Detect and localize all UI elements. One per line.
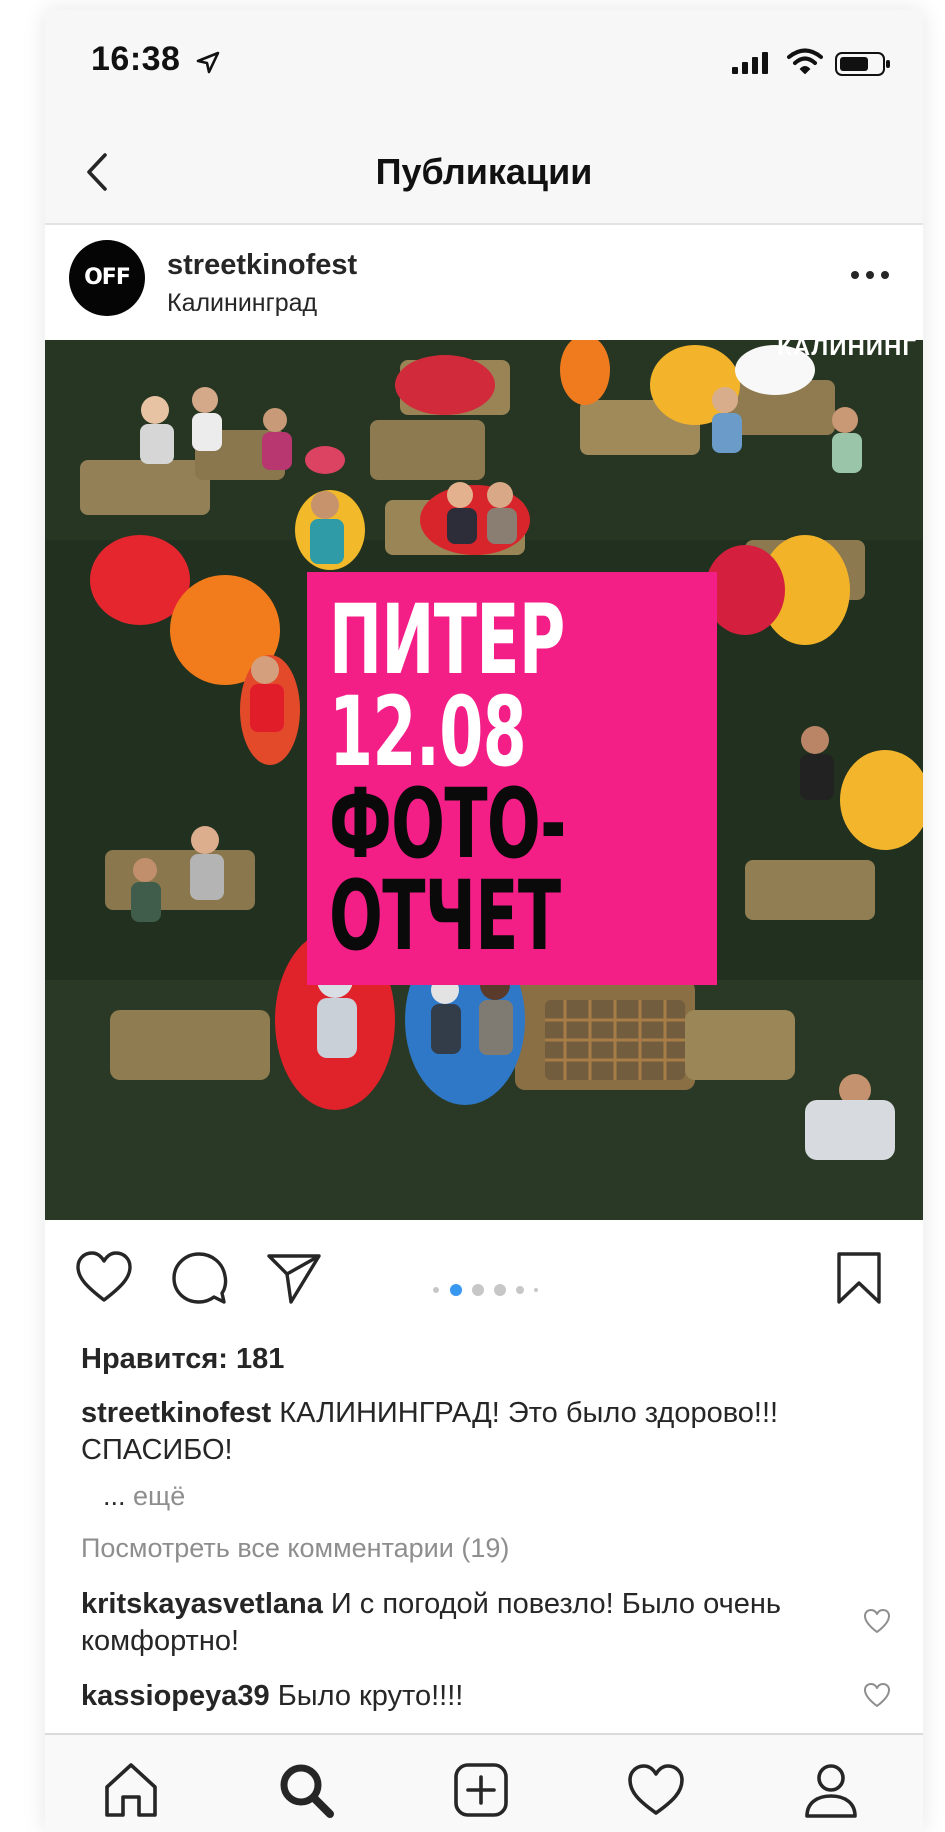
comment-icon[interactable] bbox=[170, 1250, 228, 1306]
carousel-dot bbox=[494, 1284, 506, 1296]
post-username[interactable]: streetkinofest bbox=[167, 249, 357, 282]
comment-item: kritskayasvetlana И с погодой повезло! Б… bbox=[81, 1586, 841, 1660]
post-image[interactable]: КАЛИНИНГ ПИТЕР 12.08 ФОТО- ОТЧЕТ bbox=[45, 340, 923, 1220]
phone-screen: 16:38 Публикации OFF streetkinofest Кали… bbox=[45, 10, 923, 1832]
page-title: Публикации bbox=[375, 151, 593, 192]
heart-icon[interactable] bbox=[75, 1250, 133, 1304]
carousel-indicator bbox=[433, 1284, 538, 1296]
user-icon[interactable] bbox=[801, 1761, 861, 1819]
carousel-dot bbox=[472, 1284, 484, 1296]
promo-line-photo: ФОТО- bbox=[329, 768, 566, 880]
image-corner-text: КАЛИНИНГ bbox=[777, 340, 917, 361]
paper-plane-icon[interactable] bbox=[265, 1250, 323, 1306]
activity-heart-icon[interactable] bbox=[626, 1761, 686, 1819]
promo-line-date: 12.08 bbox=[329, 676, 527, 788]
caption-more-link[interactable]: ... ещё bbox=[103, 1481, 185, 1512]
wifi-icon bbox=[787, 48, 823, 74]
more-dots: ... bbox=[103, 1481, 126, 1511]
carousel-dot-active bbox=[450, 1284, 462, 1296]
view-all-comments-link[interactable]: Посмотреть все комментарии (19) bbox=[81, 1533, 509, 1564]
status-time: 16:38 bbox=[91, 40, 181, 78]
battery-icon bbox=[835, 52, 890, 76]
comment-heart-icon[interactable] bbox=[863, 1608, 891, 1634]
promo-text-block: ПИТЕР 12.08 ФОТО- ОТЧЕТ bbox=[307, 572, 717, 985]
like-count[interactable]: Нравится: 181 bbox=[81, 1343, 284, 1376]
nav-bar: Публикации bbox=[45, 125, 923, 225]
post-caption: streetkinofest КАЛИНИНГРАД! Это было здо… bbox=[81, 1395, 861, 1469]
post-action-bar bbox=[45, 1220, 923, 1330]
post-location[interactable]: Калининград bbox=[167, 289, 317, 318]
comment-heart-icon[interactable] bbox=[863, 1682, 891, 1708]
carousel-dot bbox=[534, 1288, 538, 1292]
cellular-signal-icon bbox=[732, 52, 768, 74]
comment-text: Было круто!!!! bbox=[277, 1680, 464, 1712]
promo-line-city: ПИТЕР bbox=[329, 584, 565, 696]
plus-square-icon[interactable] bbox=[451, 1761, 511, 1819]
comment-username[interactable]: kritskayasvetlana bbox=[81, 1588, 323, 1620]
status-bar: 16:38 bbox=[45, 10, 923, 125]
more-options-icon[interactable] bbox=[845, 260, 895, 290]
home-icon[interactable] bbox=[101, 1761, 161, 1819]
caption-username[interactable]: streetkinofest bbox=[81, 1397, 271, 1429]
bookmark-icon[interactable] bbox=[835, 1250, 883, 1306]
promo-line-report: ОТЧЕТ bbox=[329, 860, 561, 972]
search-icon[interactable] bbox=[276, 1761, 336, 1819]
carousel-dot bbox=[516, 1286, 524, 1294]
post-header: OFF streetkinofest Калининград bbox=[45, 225, 923, 340]
comment-item: kassiopeya39 Было круто!!!! bbox=[81, 1678, 841, 1715]
carousel-dot bbox=[433, 1287, 439, 1293]
location-arrow-icon bbox=[196, 51, 220, 74]
more-label: ещё bbox=[133, 1481, 186, 1511]
bottom-tab-bar bbox=[45, 1733, 923, 1832]
comment-username[interactable]: kassiopeya39 bbox=[81, 1680, 270, 1712]
avatar[interactable]: OFF bbox=[69, 240, 145, 316]
